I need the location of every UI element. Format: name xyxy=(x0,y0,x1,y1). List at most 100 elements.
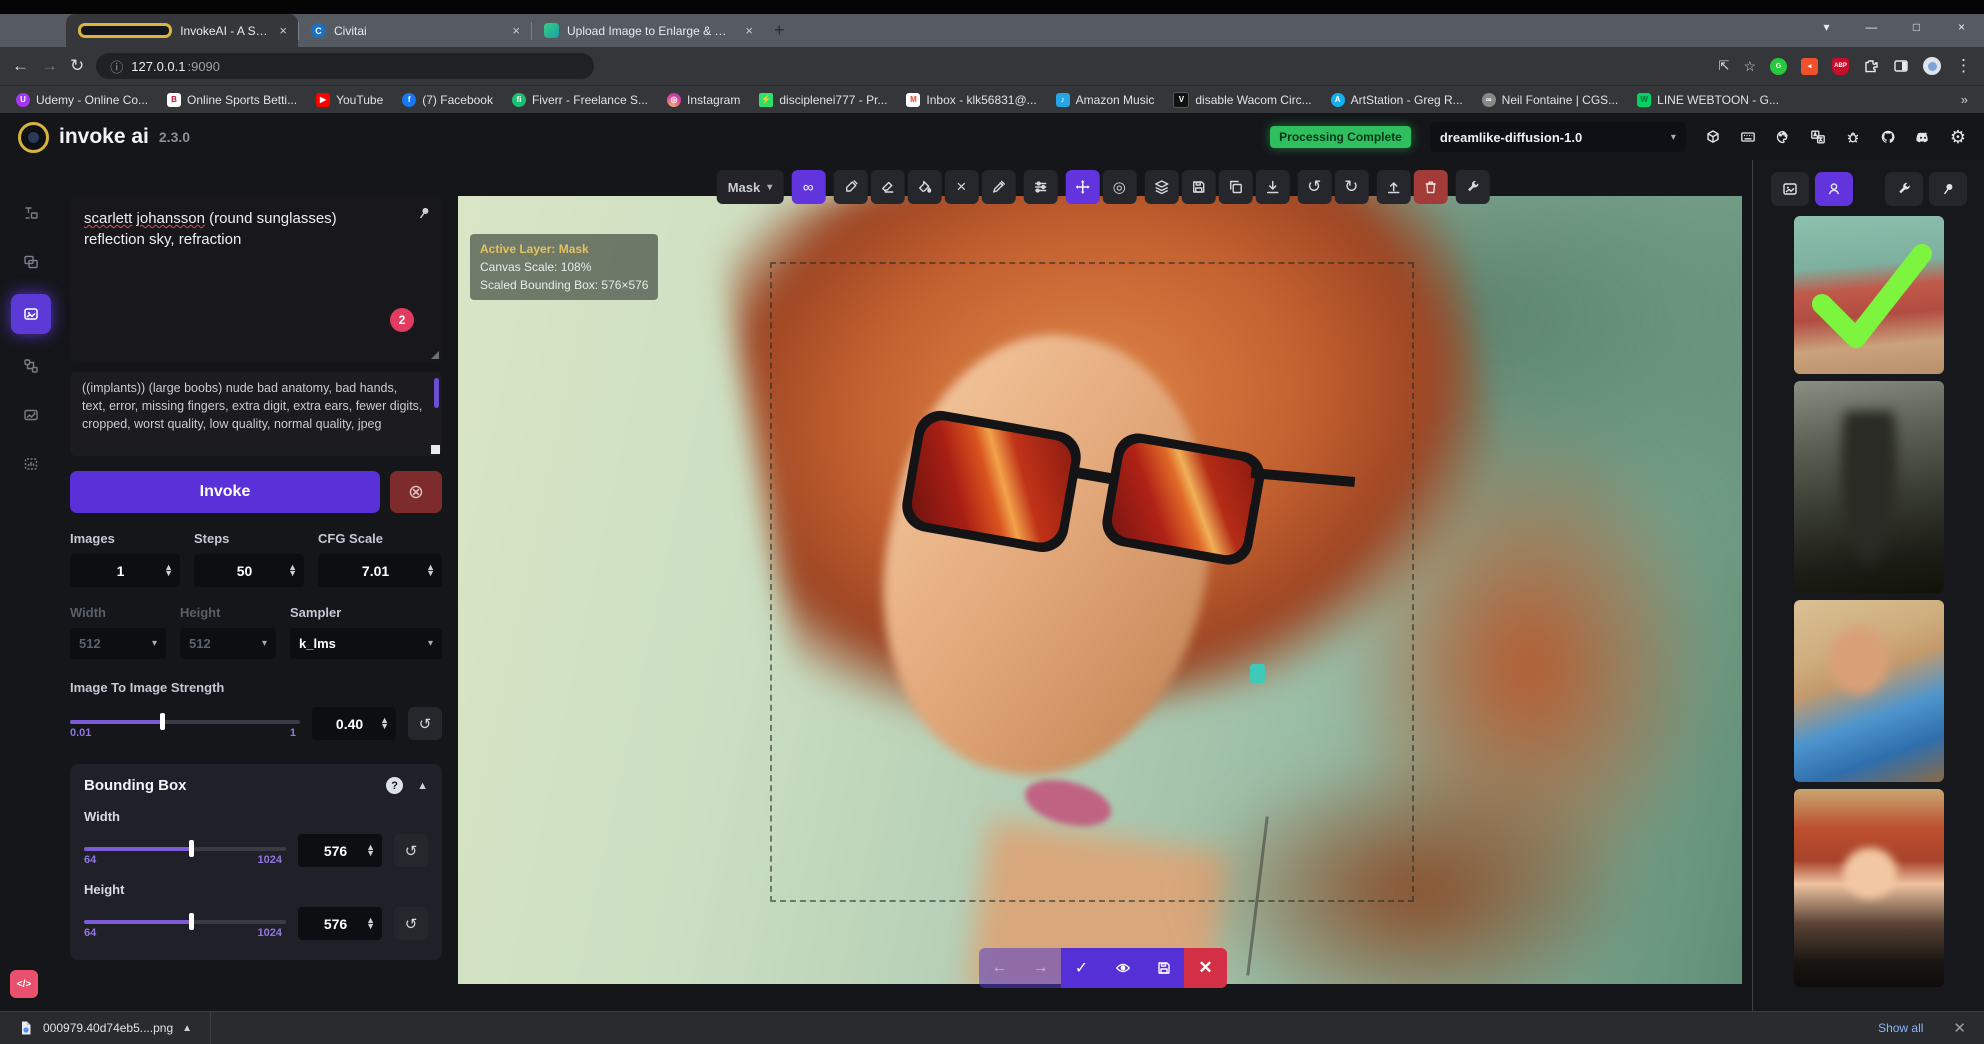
discord-icon[interactable] xyxy=(1915,129,1931,145)
undo-icon[interactable]: ↺ xyxy=(1297,170,1331,204)
back-button[interactable]: ← xyxy=(12,56,29,76)
bookmark-instagram[interactable]: ◎Instagram xyxy=(667,93,740,107)
bbox-height-slider[interactable]: 64 1024 xyxy=(84,909,286,939)
accept-check-icon[interactable]: ✓ xyxy=(1061,948,1102,988)
thumbnail-2[interactable] xyxy=(1794,381,1944,593)
bbox-width-input[interactable]: 576▲▼ xyxy=(298,834,382,867)
help-icon[interactable]: ? xyxy=(386,777,403,794)
tab-upload-image[interactable]: Upload Image to Enlarge & Enla × xyxy=(532,14,764,47)
tab-postprocessing[interactable] xyxy=(14,398,48,432)
bbox-width-slider[interactable]: 64 1024 xyxy=(84,836,286,866)
show-all-link[interactable]: Show all xyxy=(1878,1021,1923,1035)
slider-handle[interactable] xyxy=(160,713,165,730)
gallery-user-button[interactable] xyxy=(1815,172,1853,206)
bookmark-disciplenei[interactable]: ⚡disciplenei777 - Pr... xyxy=(759,93,887,107)
settings-gear-icon[interactable]: ⚙ xyxy=(1950,127,1966,148)
upload-icon[interactable] xyxy=(1376,170,1410,204)
tab-close-icon[interactable]: × xyxy=(276,23,290,38)
tab-search-icon[interactable]: ▾ xyxy=(1804,20,1849,34)
bookmark-udemy[interactable]: UUdemy - Online Co... xyxy=(16,93,148,107)
merge-layers-icon[interactable] xyxy=(1144,170,1178,204)
negative-resize-handle[interactable] xyxy=(431,445,440,454)
tab-unified-canvas[interactable] xyxy=(11,294,51,334)
github-icon[interactable] xyxy=(1880,129,1896,145)
stepper-icons[interactable]: ▲▼ xyxy=(380,718,389,729)
download-item[interactable]: 000979.40d74eb5....png ▲ xyxy=(0,1012,210,1044)
browser-menu-icon[interactable]: ⋮ xyxy=(1955,56,1972,76)
thumbnail-1-selected[interactable] xyxy=(1794,216,1944,374)
gallery-pin-icon[interactable] xyxy=(1929,172,1967,206)
discard-x-icon[interactable]: ✕ xyxy=(1184,948,1227,988)
profile-avatar[interactable] xyxy=(1923,57,1941,75)
extensions-puzzle-icon[interactable] xyxy=(1863,58,1879,74)
invoke-button[interactable]: Invoke xyxy=(70,471,380,513)
bookmark-neil-fontaine[interactable]: ∞Neil Fontaine | CGS... xyxy=(1482,93,1619,107)
steps-input[interactable]: 50▲▼ xyxy=(194,554,304,587)
move-tool-icon[interactable] xyxy=(1065,170,1099,204)
copy-icon[interactable] xyxy=(1218,170,1252,204)
mask-enable-icon[interactable]: ∞ xyxy=(791,170,825,204)
share-icon[interactable]: ⇱ xyxy=(1719,58,1730,74)
extension-green-icon[interactable]: G xyxy=(1770,58,1787,75)
save-to-gallery-icon[interactable] xyxy=(1181,170,1215,204)
sampler-select[interactable]: k_lms▾ xyxy=(290,628,442,659)
tab-close-icon[interactable]: × xyxy=(509,23,523,38)
negative-scrollbar[interactable] xyxy=(434,378,439,408)
extension-orange-icon[interactable]: ◂ xyxy=(1801,58,1818,75)
gallery-images-button[interactable] xyxy=(1771,172,1809,206)
console-toggle-button[interactable]: </> xyxy=(10,970,38,998)
cancel-button[interactable]: ⊗ xyxy=(390,471,442,513)
stepper-icons[interactable]: ▲▼ xyxy=(426,565,435,576)
thumbnail-3[interactable] xyxy=(1794,600,1944,782)
bookmarks-overflow-icon[interactable]: » xyxy=(1961,92,1968,107)
fill-bucket-icon[interactable] xyxy=(907,170,941,204)
theme-palette-icon[interactable] xyxy=(1775,129,1791,145)
bookmark-facebook[interactable]: f(7) Facebook xyxy=(402,93,493,107)
bbox-width-reset-icon[interactable]: ↺ xyxy=(394,834,428,867)
download-icon[interactable] xyxy=(1255,170,1289,204)
bug-report-icon[interactable] xyxy=(1845,129,1861,145)
side-panel-icon[interactable] xyxy=(1893,58,1909,74)
bounding-box-header[interactable]: Bounding Box ? ▲ xyxy=(84,777,428,794)
strength-input[interactable]: 0.40▲▼ xyxy=(312,707,396,740)
bookmark-star-icon[interactable]: ☆ xyxy=(1743,58,1756,75)
tab-training[interactable] xyxy=(14,447,48,481)
reload-button[interactable]: ↻ xyxy=(70,56,84,76)
forward-button[interactable]: → xyxy=(41,56,58,76)
bookmark-youtube[interactable]: ▶YouTube xyxy=(316,93,383,107)
restore-button[interactable]: □ xyxy=(1894,20,1939,34)
tab-close-icon[interactable]: × xyxy=(742,23,756,38)
eyedropper-icon[interactable] xyxy=(981,170,1015,204)
strength-reset-icon[interactable]: ↺ xyxy=(408,707,442,740)
images-input[interactable]: 1▲▼ xyxy=(70,554,180,587)
unified-canvas[interactable]: Active Layer: Mask Canvas Scale: 108% Sc… xyxy=(454,160,1752,1012)
bookmark-sports[interactable]: BOnline Sports Betti... xyxy=(167,93,297,107)
show-hide-eye-icon[interactable] xyxy=(1102,948,1143,988)
pin-icon[interactable] xyxy=(413,202,435,224)
download-menu-chevron-icon[interactable]: ▲ xyxy=(182,1023,192,1034)
layer-select[interactable]: Mask▾ xyxy=(717,170,784,204)
hotkeys-keyboard-icon[interactable] xyxy=(1740,129,1756,145)
stepper-icons[interactable]: ▲▼ xyxy=(164,565,173,576)
collapse-chevron-icon[interactable]: ▲ xyxy=(417,780,428,792)
negative-prompt-textarea[interactable]: ((implants)) (large boobs) nude bad anat… xyxy=(70,372,442,456)
bookmark-amazon-music[interactable]: ♪Amazon Music xyxy=(1056,93,1155,107)
stepper-icons[interactable]: ▲▼ xyxy=(366,845,375,856)
tab-nodes[interactable] xyxy=(14,349,48,383)
brush-icon[interactable] xyxy=(833,170,867,204)
clear-mask-icon[interactable]: × xyxy=(944,170,978,204)
minimize-button[interactable]: — xyxy=(1849,20,1894,34)
new-tab-button[interactable]: + xyxy=(774,20,785,41)
bounding-box-selection[interactable] xyxy=(770,262,1414,902)
redo-icon[interactable]: ↻ xyxy=(1334,170,1368,204)
model-manager-icon[interactable] xyxy=(1705,129,1721,145)
model-select[interactable]: dreamlike-diffusion-1.0 ▾ xyxy=(1430,122,1686,152)
tab-civitai[interactable]: C Civitai × xyxy=(299,14,531,47)
adblock-abp-icon[interactable]: ABP xyxy=(1832,58,1849,75)
bookmark-webtoon[interactable]: WLINE WEBTOON - G... xyxy=(1637,93,1779,107)
shelf-close-icon[interactable]: ✕ xyxy=(1953,1019,1966,1037)
slider-handle[interactable] xyxy=(189,913,194,930)
bbox-height-reset-icon[interactable]: ↺ xyxy=(394,907,428,940)
bookmark-fiverr[interactable]: fiFiverr - Freelance S... xyxy=(512,93,648,107)
stepper-icons[interactable]: ▲▼ xyxy=(366,918,375,929)
